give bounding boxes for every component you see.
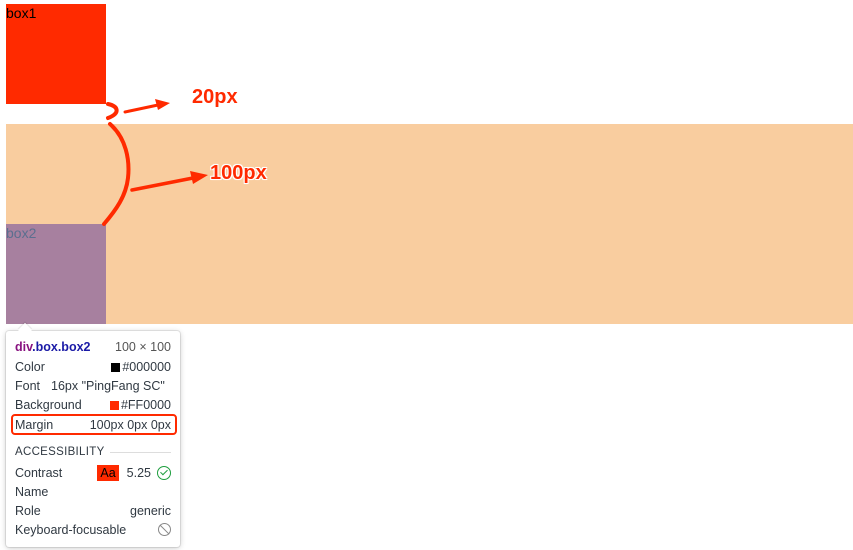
- element-dimensions: 100 × 100: [115, 340, 171, 354]
- contrast-value: 5.25: [126, 466, 151, 480]
- font-row: Font 16px "PingFang SC": [15, 377, 171, 395]
- arrow-small-head: [155, 99, 170, 110]
- background-swatch: [109, 401, 119, 410]
- role-row: Role generic: [15, 502, 171, 520]
- color-row: Color #000000: [15, 358, 171, 376]
- box2-label: box2: [6, 225, 37, 241]
- margin-label: Margin: [15, 418, 54, 432]
- name-row: Name: [15, 483, 171, 501]
- contrast-label: Contrast: [15, 466, 63, 480]
- arrow-small-line: [123, 103, 160, 114]
- element-classes: .box.box2: [32, 340, 91, 354]
- margin-value: 100px 0px 0px: [89, 418, 171, 432]
- margin-annotation-100: 100px: [210, 162, 267, 184]
- contrast-sample: Aa: [97, 465, 119, 481]
- keyboard-focusable-label: Keyboard-focusable: [15, 523, 127, 537]
- font-label: Font: [15, 379, 41, 393]
- role-value: generic: [130, 504, 171, 518]
- box1: box1: [6, 4, 106, 104]
- not-allowed-icon: [158, 523, 171, 536]
- tooltip-title-row: div.box.box2 100 × 100: [15, 338, 171, 356]
- background-label: Background: [15, 398, 82, 412]
- margin-row: Margin 100px 0px 0px: [15, 416, 171, 434]
- accessibility-divider: [110, 452, 171, 453]
- tooltip-pointer: [17, 322, 33, 338]
- keyboard-focusable-row: Keyboard-focusable: [15, 521, 171, 539]
- color-swatch: [111, 363, 121, 372]
- accessibility-heading: ACCESSIBILITY: [15, 446, 105, 458]
- element-tag: div: [15, 340, 33, 354]
- check-circle-icon: [157, 466, 171, 480]
- background-value: #FF0000: [120, 398, 171, 412]
- small-brace: [106, 102, 119, 120]
- color-value: #000000: [122, 360, 171, 374]
- role-label: Role: [15, 504, 41, 518]
- font-value: 16px "PingFang SC": [51, 379, 165, 393]
- color-label: Color: [15, 360, 45, 374]
- container-band: [6, 124, 853, 324]
- margin-annotation-20: 20px: [192, 86, 238, 108]
- box2: box2: [6, 224, 106, 324]
- name-label: Name: [15, 485, 49, 499]
- background-row: Background #FF0000: [15, 396, 171, 414]
- devtools-inspect-tooltip: div.box.box2 100 × 100 Color #000000 Fon…: [6, 322, 180, 547]
- contrast-row: Contrast Aa 5.25: [15, 464, 171, 482]
- box1-label: box1: [6, 5, 37, 21]
